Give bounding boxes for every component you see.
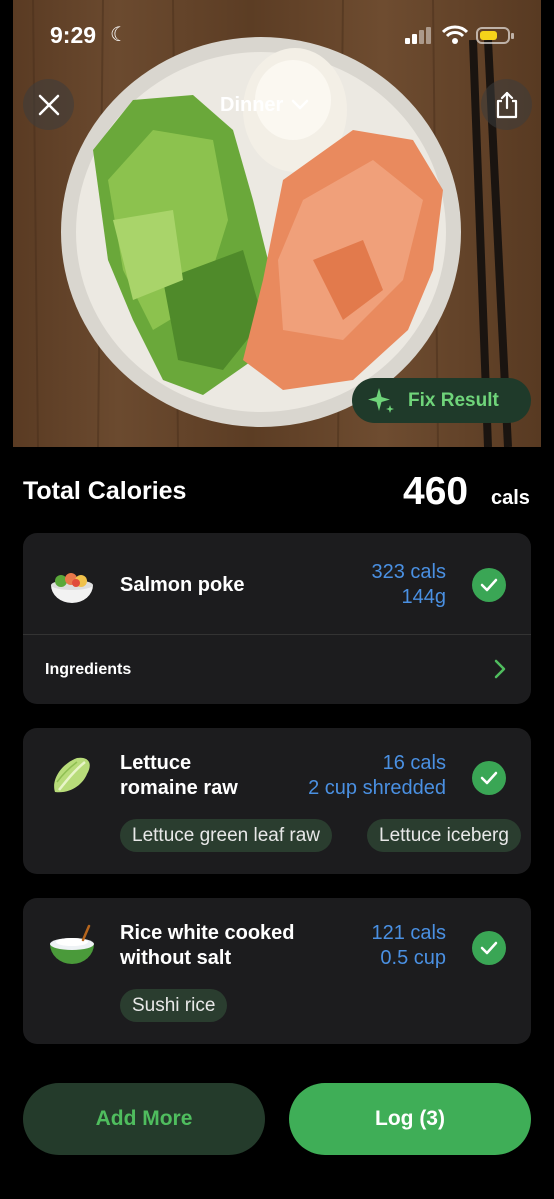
status-bar: 9:29 ☾ [0, 0, 554, 70]
chevron-down-icon [292, 99, 309, 110]
alternative-chip[interactable]: Lettuce green leaf raw [120, 819, 333, 852]
food-name: Lettuce romaine raw [120, 751, 238, 801]
close-icon [38, 94, 59, 115]
food-calories: 121 cals 0.5 cup [372, 921, 447, 971]
rice-bowl-icon [50, 924, 94, 964]
lettuce-icon [54, 757, 90, 793]
log-button[interactable]: Log (3) [289, 1083, 531, 1155]
close-button[interactable] [23, 79, 74, 130]
food-name: Rice white cooked without salt [120, 921, 295, 971]
alternatives-row: Lettuce green leaf raw Lettuce iceberg [23, 819, 531, 854]
portion-amount: 2 cup shredded [308, 777, 446, 799]
total-calories-value: 460 [403, 470, 469, 513]
battery-icon [476, 27, 514, 44]
status-time: 9:29 [50, 22, 97, 48]
total-calories-label: Total Calories [23, 477, 187, 505]
chevron-right-icon[interactable] [494, 659, 506, 679]
calories-value: 121 cals [371, 922, 447, 944]
fix-result-button[interactable]: Fix Result [352, 378, 531, 423]
signal-icon [405, 27, 431, 44]
portion-amount: 144g [401, 586, 447, 608]
total-calories-unit: cals [491, 487, 530, 509]
share-icon [496, 91, 517, 118]
food-card-lettuce[interactable]: Lettuce romaine raw 16 cals 2 cup shredd… [23, 728, 531, 874]
meal-selector[interactable]: Dinner [220, 90, 309, 120]
add-more-button[interactable]: Add More [23, 1083, 265, 1155]
checkmark-icon [480, 941, 498, 955]
meal-label: Dinner [220, 93, 284, 116]
food-name-line2: without salt [120, 947, 232, 969]
food-name: Salmon poke [120, 574, 245, 596]
fix-result-label: Fix Result [408, 389, 499, 411]
share-button[interactable] [481, 79, 532, 130]
selected-check-toggle[interactable] [472, 931, 506, 965]
food-card-rice[interactable]: Rice white cooked without salt 121 cals … [23, 898, 531, 1044]
selected-check-toggle[interactable] [472, 568, 506, 602]
alternatives-row: Sushi rice [23, 989, 531, 1024]
sparkle-icon [368, 387, 394, 413]
calories-value: 16 cals [382, 752, 446, 774]
alternative-chip[interactable]: Lettuce iceberg [367, 819, 521, 852]
food-name-line2: romaine raw [120, 777, 238, 799]
food-calories: 16 cals 2 cup shredded [308, 751, 446, 801]
card-divider [23, 634, 531, 635]
poke-bowl-icon [51, 573, 93, 603]
checkmark-icon [480, 771, 498, 785]
food-card-salmon-poke[interactable]: Salmon poke 323 cals 144g Ingredients [23, 533, 531, 704]
checkmark-icon [480, 578, 498, 592]
ingredients-link[interactable]: Ingredients [45, 661, 131, 679]
wifi-icon [442, 25, 468, 44]
food-name-line1: Lettuce [120, 752, 192, 774]
moon-icon: ☾ [110, 24, 128, 46]
calories-value: 323 cals [371, 561, 447, 583]
food-calories: 323 cals 144g [372, 560, 447, 610]
alternative-chip[interactable]: Sushi rice [120, 989, 228, 1022]
selected-check-toggle[interactable] [472, 761, 506, 795]
food-name-line1: Rice white cooked [120, 922, 295, 944]
portion-amount: 0.5 cup [380, 947, 446, 969]
